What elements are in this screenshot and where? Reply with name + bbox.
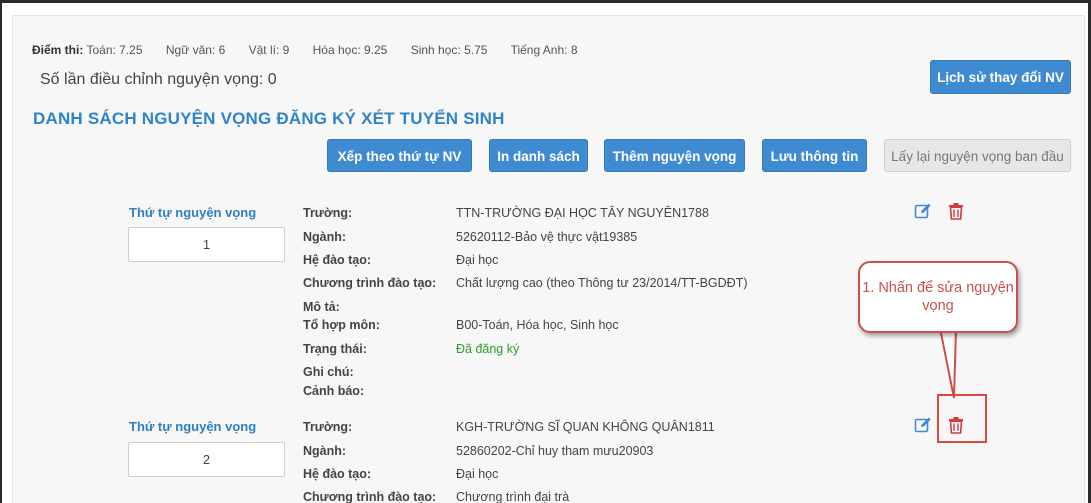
score-physics: Vật lí: 9 [248, 43, 290, 57]
status-label: Trạng thái: [303, 342, 367, 356]
status-value: Đã đăng ký [456, 342, 520, 356]
level-value: Đại học [456, 253, 499, 267]
order-label: Thứ tự nguyện vọng [129, 205, 257, 220]
program-value: Chương trình đại trà [456, 490, 570, 503]
school-value: TTN-TRƯỜNG ĐẠI HỌC TÂY NGUYÊN1788 [456, 206, 709, 220]
level-value: Đại học [456, 467, 499, 481]
print-button[interactable]: In danh sách [489, 139, 588, 172]
score-english: Tiếng Anh: 8 [510, 43, 578, 57]
add-wish-button[interactable]: Thêm nguyện vọng [604, 139, 745, 172]
save-button[interactable]: Lưu thông tin [762, 139, 867, 172]
note-label: Ghi chú: [303, 365, 354, 379]
warning-label: Cảnh báo: [303, 384, 365, 398]
exam-scores: Điểm thi: Toán: 7.25 Ngữ văn: 6 Vật lí: … [32, 43, 598, 57]
edit-icon[interactable] [914, 416, 932, 434]
program-label: Chương trình đào tạo: [303, 490, 437, 503]
annotation-callout: 1. Nhấn để sửa nguyện vọng [858, 261, 1018, 333]
school-label: Trường: [303, 206, 353, 220]
level-label: Hệ đào tạo: [303, 253, 372, 267]
score-literature: Ngữ văn: 6 [165, 43, 226, 57]
school-label: Trường: [303, 420, 353, 434]
program-value: Chất lượng cao (theo Thông tư 23/2014/TT… [456, 276, 748, 290]
major-value: 52860202-Chỉ huy tham mưu20903 [456, 444, 654, 458]
order-label: Thứ tự nguyện vọng [129, 419, 257, 434]
list-title: DANH SÁCH NGUYỆN VỌNG ĐĂNG KÝ XÉT TUYỂN … [33, 109, 505, 128]
school-value: KGH-TRƯỜNG SĨ QUAN KHÔNG QUÂN1811 [456, 420, 715, 434]
screenshot-frame: Điểm thi: Toán: 7.25 Ngữ văn: 6 Vật lí: … [0, 0, 1091, 503]
major-label: Ngành: [303, 230, 347, 244]
adjust-count: Số lần điều chỉnh nguyện vọng: 0 [40, 71, 277, 88]
sort-button[interactable]: Xếp theo thứ tự NV [327, 139, 472, 172]
level-label: Hệ đào tạo: [303, 467, 372, 481]
major-label: Ngành: [303, 444, 347, 458]
combo-value: B00-Toán, Hóa học, Sinh học [456, 318, 619, 332]
restore-button[interactable]: Lấy lại nguyện vọng ban đầu [884, 139, 1071, 172]
edit-icon[interactable] [914, 202, 932, 220]
order-input[interactable]: 1 [128, 227, 285, 262]
callout-pointer [938, 328, 958, 399]
trash-icon[interactable] [947, 202, 965, 220]
combo-label: Tổ hợp môn: [303, 318, 380, 332]
scores-label: Điểm thi: [32, 43, 84, 57]
delete-highlight-box [937, 394, 987, 443]
history-button[interactable]: Lịch sử thay đổi NV [930, 60, 1071, 94]
program-label: Chương trình đào tạo: [303, 276, 437, 290]
score-chemistry: Hóa học: 9.25 [312, 43, 388, 57]
score-biology: Sinh học: 5.75 [410, 43, 488, 57]
score-math: Toán: 7.25 [86, 43, 143, 57]
desc-label: Mô tả: [303, 300, 340, 314]
major-value: 52620112-Bảo vệ thực vật19385 [456, 230, 638, 244]
order-input[interactable]: 2 [128, 442, 285, 477]
